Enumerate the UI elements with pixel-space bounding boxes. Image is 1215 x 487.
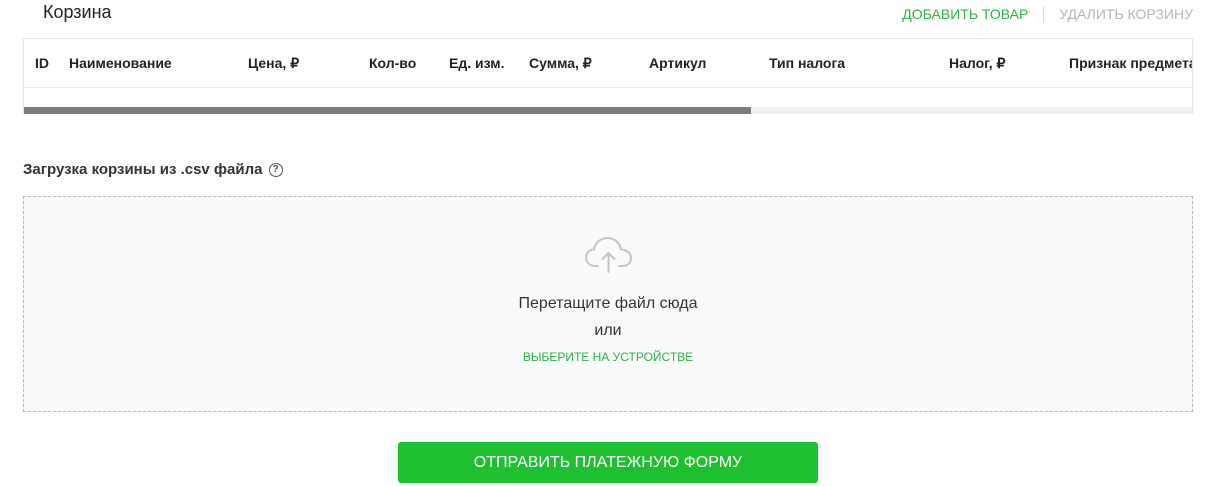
- column-header-tax: Налог, ₽: [949, 55, 1006, 71]
- column-header-name: Наименование: [69, 55, 172, 71]
- add-item-button[interactable]: ДОБАВИТЬ ТОВАР: [902, 6, 1028, 22]
- column-header-tax-type: Тип налога: [769, 55, 846, 71]
- column-header-id: ID: [35, 55, 49, 71]
- dropzone-or: или: [594, 322, 622, 339]
- submit-payment-form-button[interactable]: ОТПРАВИТЬ ПЛАТЕЖНУЮ ФОРМУ: [398, 442, 818, 483]
- table-empty-row: [24, 88, 1192, 108]
- help-icon[interactable]: ?: [268, 162, 283, 177]
- cloud-upload-icon: [585, 237, 632, 273]
- scrollbar-thumb[interactable]: [24, 107, 751, 114]
- horizontal-scrollbar[interactable]: [24, 107, 1192, 114]
- actions-separator: [1043, 6, 1045, 22]
- column-header-price: Цена, ₽: [248, 55, 300, 71]
- table-header: ID Наименование Цена, ₽ Кол-во Ед. изм. …: [24, 39, 1193, 88]
- file-dropzone[interactable]: Перетащите файл сюда или ВЫБЕРИТЕ НА УСТ…: [23, 196, 1193, 412]
- cart-table: ID Наименование Цена, ₽ Кол-во Ед. изм. …: [23, 38, 1193, 114]
- column-header-item-sign: Признак предмета: [1069, 55, 1193, 71]
- csv-upload-label-text: Загрузка корзины из .csv файла: [23, 161, 263, 178]
- dropzone-instructions: Перетащите файл сюда: [518, 295, 698, 312]
- cart-actions: ДОБАВИТЬ ТОВАР УДАЛИТЬ КОРЗИНУ: [902, 6, 1193, 22]
- column-header-sum: Сумма, ₽: [529, 55, 592, 71]
- column-header-unit: Ед. изм.: [449, 55, 505, 71]
- cart-title: Корзина: [43, 2, 112, 22]
- select-file-link[interactable]: ВЫБЕРИТЕ НА УСТРОЙСТВЕ: [24, 350, 1192, 364]
- csv-upload-label: Загрузка корзины из .csv файла ?: [23, 161, 283, 178]
- delete-cart-button[interactable]: УДАЛИТЬ КОРЗИНУ: [1059, 6, 1193, 22]
- column-header-article: Артикул: [649, 55, 707, 71]
- column-header-quantity: Кол-во: [369, 55, 417, 71]
